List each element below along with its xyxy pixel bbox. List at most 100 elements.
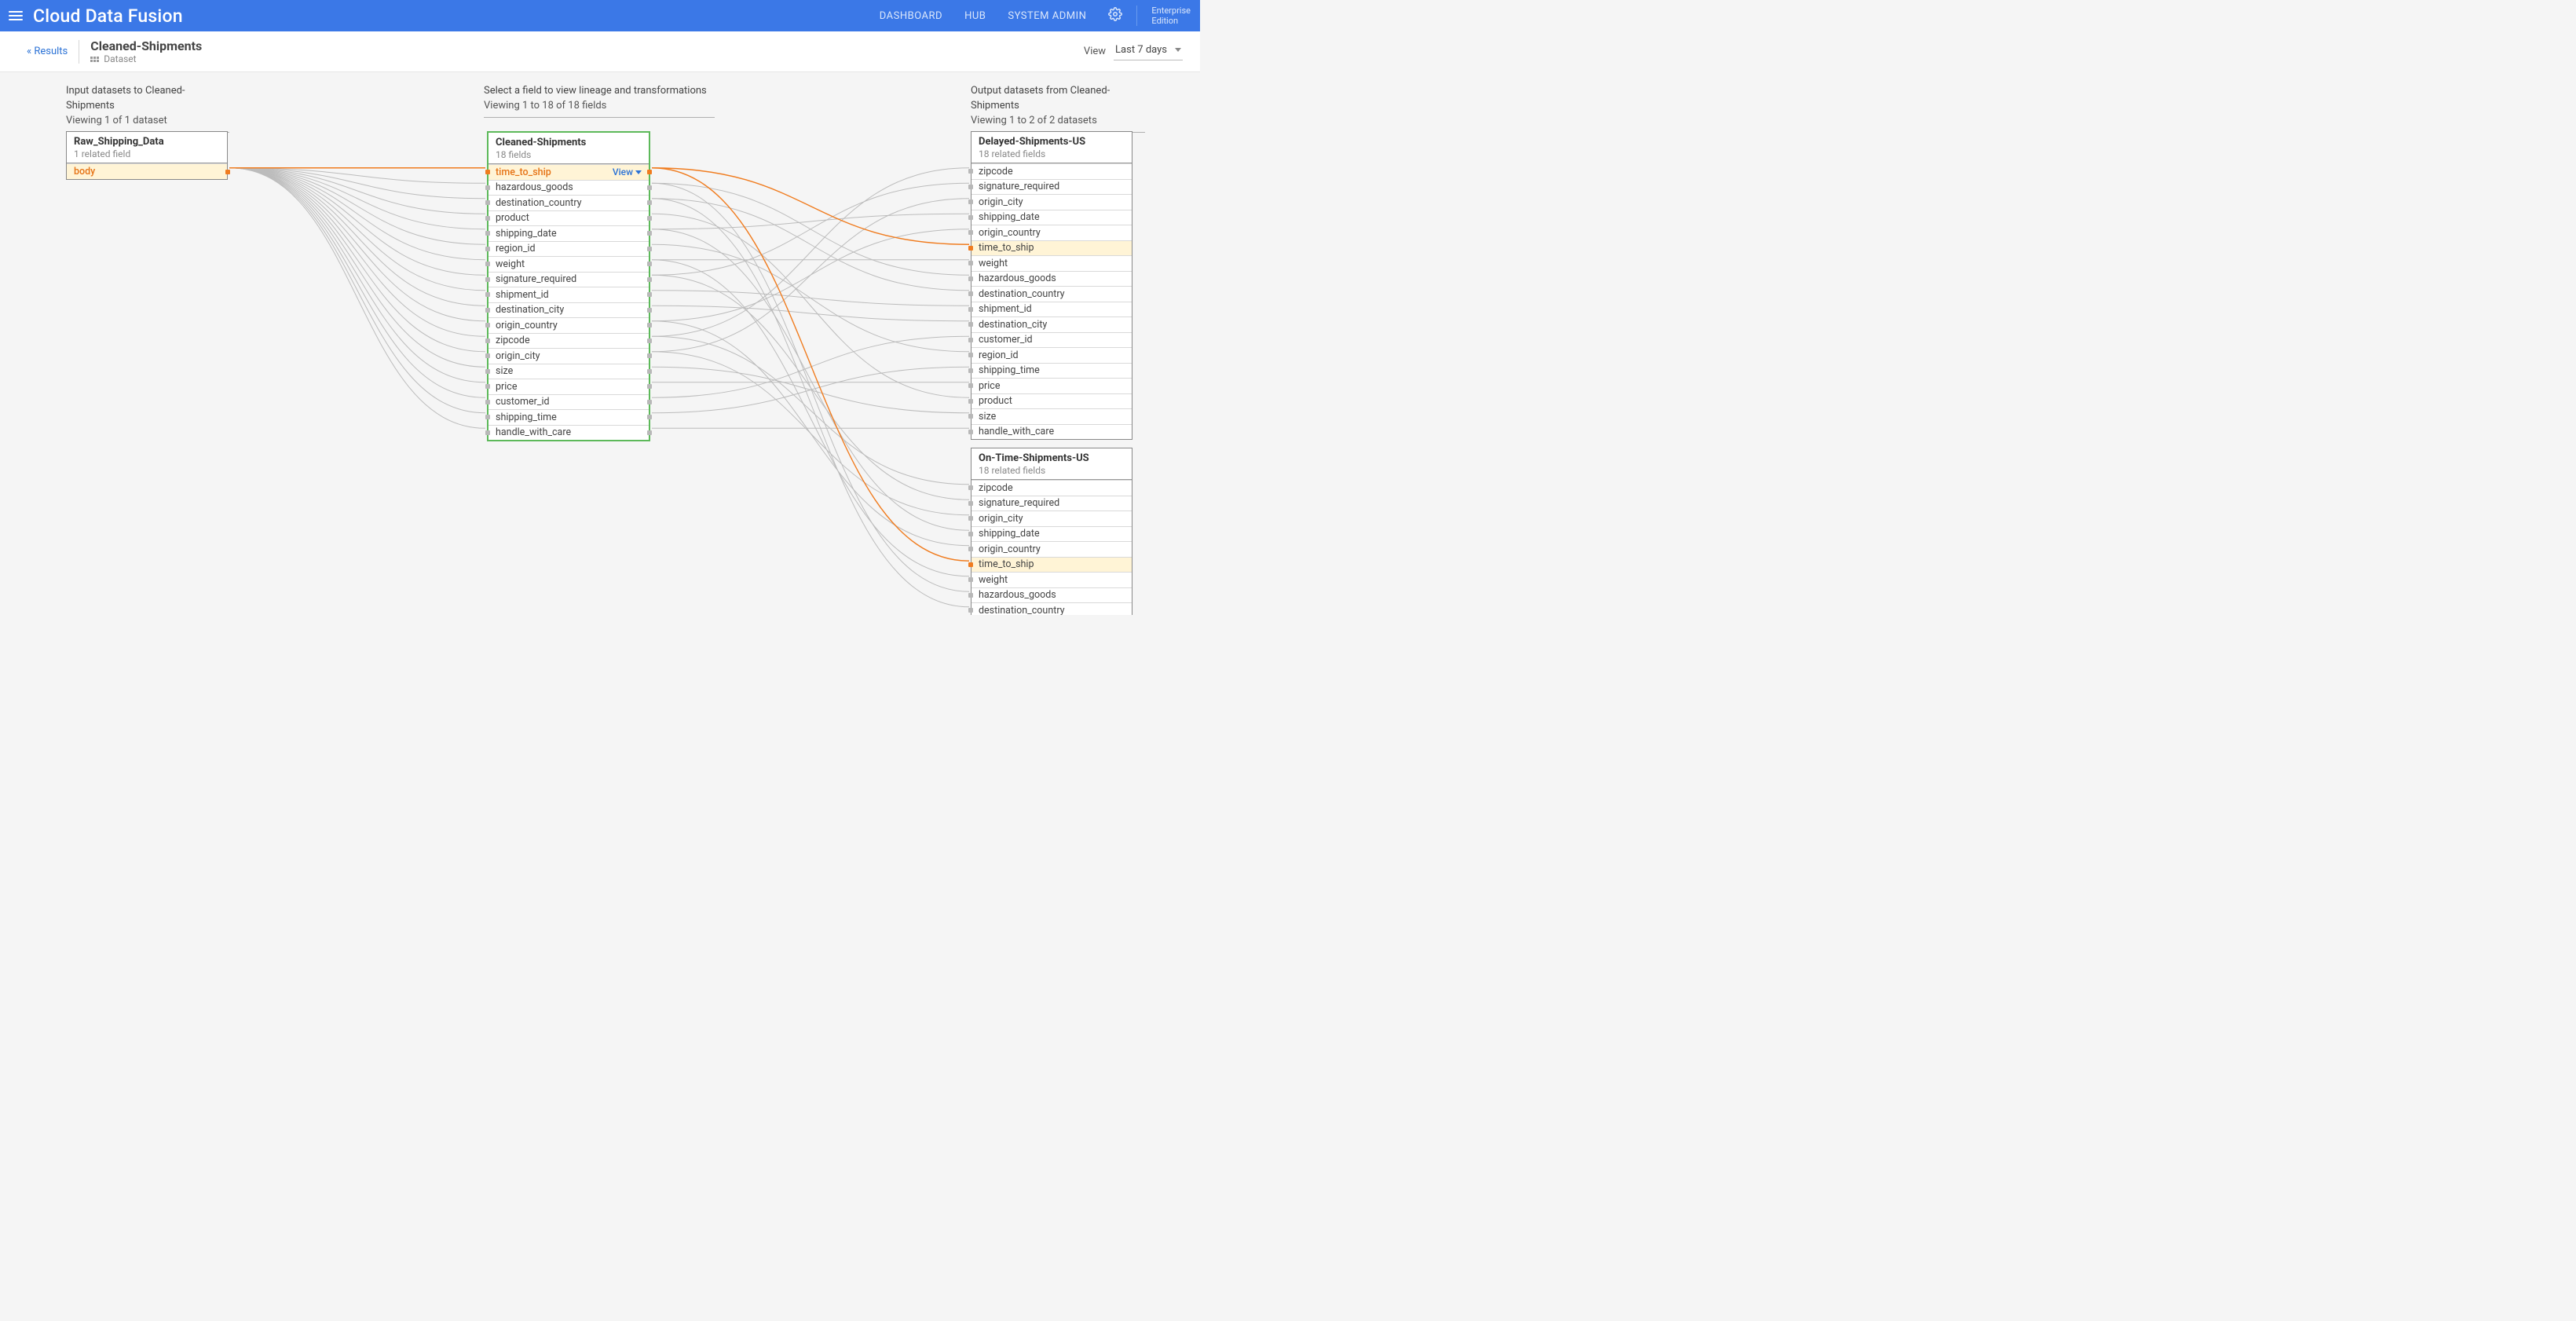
view-range-dropdown[interactable]: Last 7 days — [1114, 42, 1183, 60]
port-left — [968, 383, 973, 388]
port-left — [968, 547, 973, 551]
field-row[interactable]: shipment_id — [488, 287, 649, 302]
field-row[interactable]: shipping_date — [971, 526, 1132, 542]
field-row[interactable]: customer_id — [971, 332, 1132, 348]
port-left — [968, 322, 973, 327]
field-row[interactable]: time_to_shipView — [488, 164, 649, 180]
field-row[interactable]: customer_id — [488, 394, 649, 410]
page-subtitle: Dataset — [104, 53, 136, 64]
dataset-header[interactable]: Raw_Shipping_Data1 related field — [67, 132, 227, 163]
field-row[interactable]: signature_required — [971, 496, 1132, 511]
dataset-header[interactable]: Cleaned-Shipments18 fields — [488, 133, 649, 164]
field-row[interactable]: zipcode — [971, 163, 1132, 179]
field-row[interactable]: size — [488, 364, 649, 379]
field-row[interactable]: origin_country — [488, 317, 649, 333]
field-row[interactable]: handle_with_care — [488, 425, 649, 441]
results-link[interactable]: « Results — [27, 46, 68, 57]
field-row[interactable]: hazardous_goods — [971, 587, 1132, 603]
field-row[interactable]: signature_required — [971, 179, 1132, 195]
field-row[interactable]: zipcode — [971, 480, 1132, 496]
field-row[interactable]: origin_country — [971, 541, 1132, 557]
field-row[interactable]: product — [488, 210, 649, 226]
nav-hub[interactable]: HUB — [964, 10, 986, 22]
field-row[interactable]: shipping_date — [488, 225, 649, 241]
port-left — [968, 430, 973, 434]
port-left — [485, 369, 490, 374]
dataset-box: On-Time-Shipments-US18 related fieldszip… — [971, 448, 1132, 615]
field-row[interactable]: size — [971, 408, 1132, 424]
port-left — [968, 516, 973, 521]
port-left — [485, 247, 490, 251]
top-nav: DASHBOARD HUB SYSTEM ADMIN — [880, 7, 1123, 24]
nav-system-admin[interactable]: SYSTEM ADMIN — [1008, 10, 1086, 22]
field-row[interactable]: time_to_ship — [971, 240, 1132, 256]
port-left — [968, 532, 973, 536]
field-row[interactable]: weight — [971, 255, 1132, 271]
field-row[interactable]: hazardous_goods — [971, 271, 1132, 287]
field-row[interactable]: price — [971, 378, 1132, 393]
port-right — [647, 292, 652, 297]
port-left — [968, 199, 973, 204]
port-left — [485, 415, 490, 419]
port-left — [968, 261, 973, 265]
field-row[interactable]: body — [67, 163, 227, 179]
field-row[interactable]: shipment_id — [971, 302, 1132, 317]
port-left — [485, 353, 490, 358]
dataset-header[interactable]: Delayed-Shipments-US18 related fields — [971, 132, 1132, 163]
nav-dashboard[interactable]: DASHBOARD — [880, 10, 942, 22]
field-row[interactable]: hazardous_goods — [488, 180, 649, 196]
port-left — [485, 323, 490, 328]
port-left — [968, 338, 973, 342]
field-row[interactable]: shipping_date — [971, 210, 1132, 225]
dataset-header[interactable]: On-Time-Shipments-US18 related fields — [971, 448, 1132, 480]
chevron-down-icon — [1175, 48, 1181, 52]
field-row[interactable]: handle_with_care — [971, 424, 1132, 440]
page-title: Cleaned-Shipments — [90, 38, 202, 53]
field-row[interactable]: product — [971, 393, 1132, 409]
port-left — [485, 400, 490, 404]
port-right — [647, 262, 652, 266]
port-left — [485, 200, 490, 205]
port-right — [647, 323, 652, 328]
field-row[interactable]: destination_country — [971, 602, 1132, 615]
hamburger-menu[interactable] — [0, 0, 31, 31]
field-row[interactable]: destination_city — [971, 317, 1132, 332]
field-row[interactable]: price — [488, 379, 649, 394]
field-row[interactable]: time_to_ship — [971, 557, 1132, 573]
field-row[interactable]: shipping_time — [971, 363, 1132, 379]
dataset-box: Raw_Shipping_Data1 related fieldbody — [66, 131, 228, 180]
edition-label: Enterprise Edition — [1151, 5, 1191, 26]
view-label: View — [1084, 46, 1106, 57]
port-left — [968, 501, 973, 506]
port-right — [647, 308, 652, 313]
view-lineage-link[interactable]: View — [613, 166, 642, 177]
port-left — [968, 414, 973, 419]
brand-title: Cloud Data Fusion — [33, 5, 183, 27]
gear-icon[interactable] — [1108, 7, 1122, 24]
field-row[interactable]: destination_country — [488, 195, 649, 210]
field-row[interactable]: origin_city — [971, 510, 1132, 526]
port-left — [968, 185, 973, 189]
section-header: Input datasets to Cleaned-ShipmentsViewi… — [66, 84, 229, 133]
port-left — [968, 368, 973, 373]
field-row[interactable]: origin_city — [488, 348, 649, 364]
port-left — [968, 291, 973, 296]
port-left — [485, 185, 490, 190]
field-row[interactable]: weight — [971, 572, 1132, 587]
field-row[interactable]: origin_country — [971, 225, 1132, 240]
field-row[interactable]: region_id — [971, 347, 1132, 363]
field-row[interactable]: weight — [488, 256, 649, 272]
port-right — [647, 415, 652, 419]
field-row[interactable]: region_id — [488, 241, 649, 257]
field-row[interactable]: signature_required — [488, 272, 649, 287]
field-row[interactable]: origin_city — [971, 194, 1132, 210]
port-right — [647, 400, 652, 404]
field-row[interactable]: destination_country — [971, 286, 1132, 302]
field-row[interactable]: shipping_time — [488, 409, 649, 425]
field-row[interactable]: destination_city — [488, 302, 649, 318]
field-row[interactable]: zipcode — [488, 333, 649, 349]
port-right — [225, 170, 230, 174]
port-left — [968, 246, 973, 251]
port-right — [647, 200, 652, 205]
port-right — [647, 247, 652, 251]
